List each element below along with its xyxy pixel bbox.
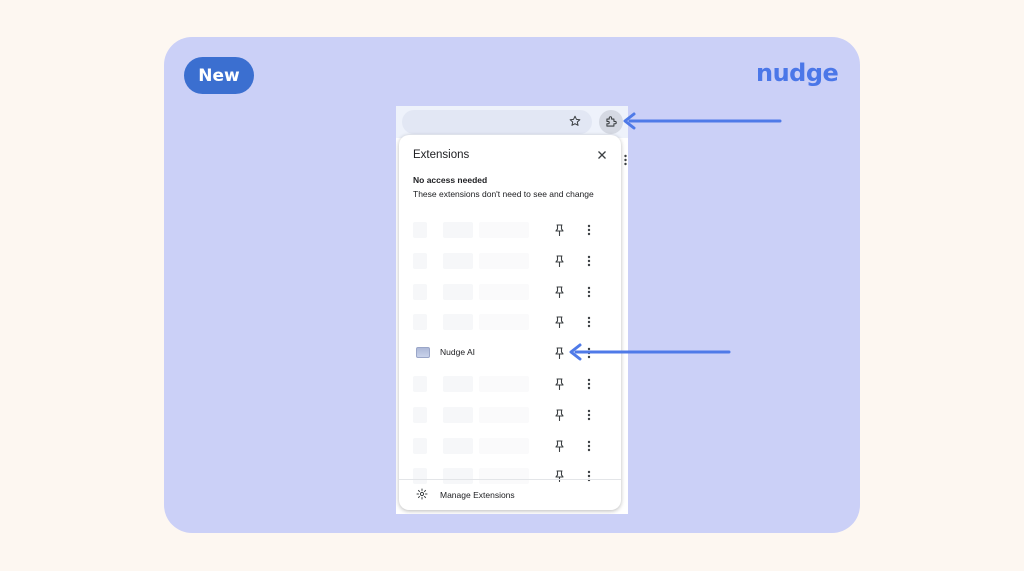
extension-icon-placeholder (413, 252, 427, 269)
toolbar-menu-dots-icon[interactable] (624, 154, 627, 166)
arrow-to-nudge-pin (569, 343, 731, 361)
extension-icon-placeholder (413, 222, 427, 238)
extension-name-placeholder (479, 437, 529, 454)
extension-row[interactable] (399, 400, 621, 430)
extension-icon-placeholder (413, 468, 427, 485)
extension-name-placeholder (479, 406, 529, 423)
extension-name-placeholder (443, 283, 473, 300)
extension-name-placeholder (443, 468, 473, 485)
extension-row[interactable] (399, 461, 621, 491)
pin-icon[interactable] (553, 469, 565, 483)
nudge-ai-icon (416, 347, 430, 359)
extension-icon-placeholder (413, 283, 427, 300)
pin-icon[interactable] (553, 377, 565, 391)
extension-row[interactable] (399, 431, 621, 461)
extension-name-placeholder (443, 252, 473, 269)
extension-icon-placeholder (413, 406, 427, 423)
extension-name-placeholder (479, 376, 529, 392)
close-icon[interactable] (595, 148, 609, 162)
browser-screenshot: Extensions No access needed These extens… (396, 106, 628, 514)
arrow-to-extensions-icon (623, 112, 782, 130)
new-badge: New (184, 57, 254, 94)
extension-name: Nudge AI (440, 347, 475, 358)
puzzle-icon (606, 116, 617, 127)
more-options-icon[interactable] (585, 377, 593, 391)
extensions-panel: Extensions No access needed These extens… (399, 135, 621, 510)
browser-toolbar (396, 106, 628, 138)
more-options-icon[interactable] (585, 285, 593, 299)
more-options-icon[interactable] (585, 315, 593, 329)
panel-title: Extensions (413, 149, 470, 161)
extension-name-placeholder (443, 376, 473, 392)
more-options-icon[interactable] (585, 254, 593, 268)
extension-icon-placeholder (413, 376, 427, 392)
extension-name-placeholder (443, 314, 473, 331)
extension-name-placeholder (443, 222, 473, 238)
more-options-icon[interactable] (585, 439, 593, 453)
extension-row[interactable] (399, 369, 621, 399)
star-icon[interactable] (567, 113, 583, 129)
extension-name-placeholder (479, 314, 529, 331)
extension-name-placeholder (479, 468, 529, 485)
pin-icon[interactable] (553, 315, 565, 329)
nudge-logo: nudge (756, 59, 839, 87)
gear-icon[interactable] (415, 487, 429, 501)
divider (399, 479, 621, 480)
pin-icon[interactable] (553, 254, 565, 268)
pin-icon[interactable] (553, 408, 565, 422)
extension-row[interactable] (399, 246, 621, 276)
extension-row[interactable] (399, 215, 621, 245)
section-title: No access needed (413, 175, 488, 185)
extension-icon-placeholder (413, 437, 427, 454)
extension-icon-placeholder (413, 314, 427, 331)
pin-icon[interactable] (553, 285, 565, 299)
pin-icon[interactable] (553, 439, 565, 453)
more-options-icon[interactable] (585, 223, 593, 237)
more-options-icon[interactable] (585, 408, 593, 422)
extension-name-placeholder (479, 283, 529, 300)
pin-icon[interactable] (553, 223, 565, 237)
more-options-icon[interactable] (585, 469, 593, 483)
manage-extensions-link[interactable]: Manage Extensions (440, 490, 515, 500)
extension-name-placeholder (479, 252, 529, 269)
extension-row[interactable] (399, 277, 621, 307)
address-bar[interactable] (402, 110, 592, 134)
section-description: These extensions don't need to see and c… (413, 189, 594, 199)
extension-row[interactable] (399, 307, 621, 337)
extension-name-placeholder (443, 437, 473, 454)
pin-icon[interactable] (553, 346, 565, 360)
extension-name-placeholder (443, 406, 473, 423)
extension-name-placeholder (479, 222, 529, 238)
